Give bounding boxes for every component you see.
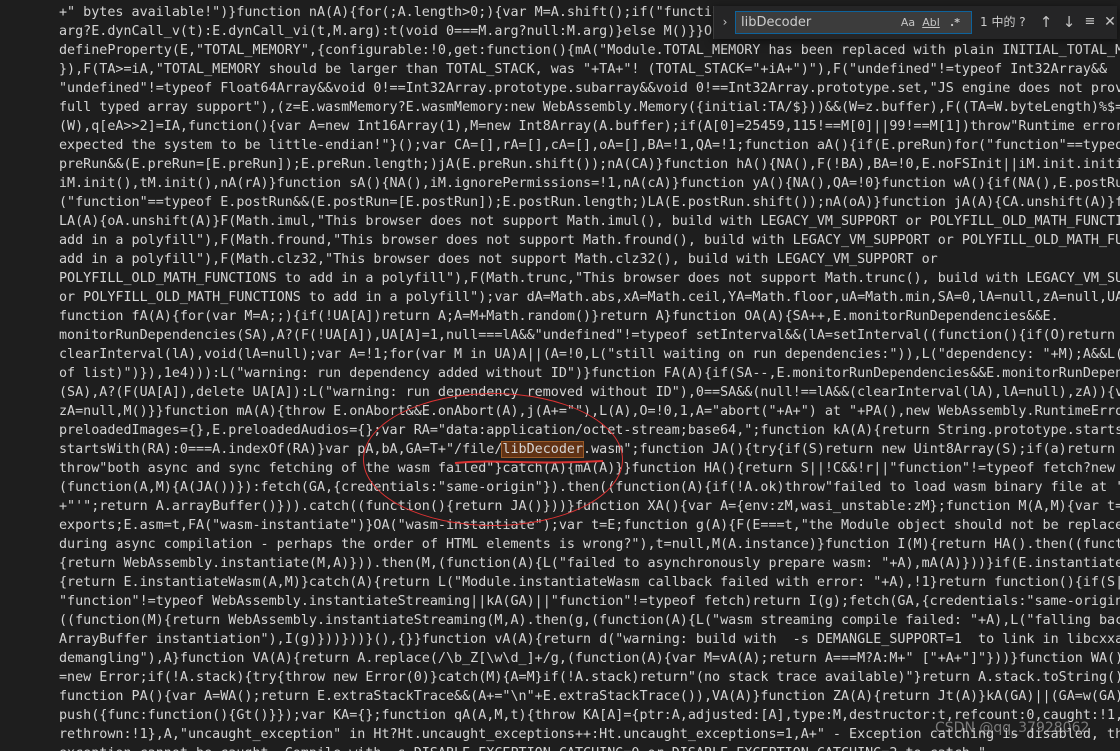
watermark: CSDN @qq_37928062 xyxy=(935,720,1090,736)
editor-gutter xyxy=(0,0,52,751)
find-widget: › Aa Abl .* 1 中的 ? ↑ ↓ ≡ ✕ xyxy=(713,6,1117,39)
code-line: "undefined"!=typeof Float64Array&&void 0… xyxy=(59,81,1120,96)
code-line: exception cannot be caught. Compile with… xyxy=(59,744,1120,751)
code-line: function fA(A){for(var M=A;;){if(!UA[A])… xyxy=(59,309,1059,324)
code-line: ((function(M){return WebAssembly.instant… xyxy=(59,613,1120,628)
code-line: {return WebAssembly.instantiate(M,A)})).… xyxy=(59,556,1120,571)
previous-match-icon[interactable]: ↑ xyxy=(1036,12,1056,32)
code-line: =new Error;if(!A.stack){try{throw new Er… xyxy=(59,670,1120,685)
code-line: throw"both async and sync fetching of th… xyxy=(59,461,1120,476)
code-line: preloadedImages={},E.preloadedAudios={};… xyxy=(59,423,1120,438)
code-line: function PA(){var A=WA();return E.extraS… xyxy=(59,689,1120,704)
code-editor[interactable]: +" bytes available!")}function nA(A){for… xyxy=(0,0,1120,751)
search-match-highlight: libDecoder xyxy=(501,441,585,458)
code-view[interactable]: +" bytes available!")}function nA(A){for… xyxy=(59,3,1120,751)
code-text: .wasm";function JA(){try{if(S)return new… xyxy=(583,442,1120,457)
code-line: defineProperty(E,"TOTAL_MEMORY",{configu… xyxy=(59,43,1120,58)
code-line: zA=null,M()}}function mA(A){throw E.onAb… xyxy=(59,404,1120,419)
code-line: full typed array support"),(z=E.wasmMemo… xyxy=(59,100,1120,115)
code-line: of list)")}),1e4))):L("warning: run depe… xyxy=(59,366,1120,381)
find-in-selection-icon[interactable]: ≡ xyxy=(1080,12,1100,32)
code-line: ("function"==typeof E.postRun&&(E.postRu… xyxy=(59,195,1120,210)
code-line: exports;E.asm=t,FA("wasm-instantiate")}O… xyxy=(59,518,1120,533)
match-count: 1 中的 ? xyxy=(980,15,1026,29)
code-line: preRun&&(E.preRun=[E.preRun]);E.preRun.l… xyxy=(59,157,1120,172)
code-line: add in a polyfill"),F(Math.fround,"This … xyxy=(59,233,1120,248)
match-case-button[interactable]: Aa xyxy=(899,15,917,31)
code-line: iM.init(),tM.init(),nA(rA)}function sA()… xyxy=(59,176,1120,191)
code-line: "function"!=typeof WebAssembly.instantia… xyxy=(59,594,1120,609)
code-line: monitorRunDependencies(SA),A?(F(!UA[A]),… xyxy=(59,328,1116,343)
code-line: during async compilation - perhaps the o… xyxy=(59,537,1120,552)
close-icon[interactable]: ✕ xyxy=(1100,12,1120,32)
code-line: LA(A){oA.unshift(A)}F(Math.imul,"This br… xyxy=(59,214,1120,229)
code-line: startsWith(RA):0===A.indexOf(RA)}var pA,… xyxy=(59,440,1120,459)
code-line: add in a polyfill"),F(Math.clz32,"This b… xyxy=(59,252,938,267)
code-line: (function(A,M){A(JA())}):fetch(GA,{crede… xyxy=(59,480,1120,495)
code-line: ArrayBuffer instantiation"),I(g)}))}))}(… xyxy=(59,632,1120,647)
regex-button[interactable]: .* xyxy=(946,15,964,31)
code-line: demangling"),A}function VA(A){return A.r… xyxy=(59,651,1120,666)
code-line: +"'";return A.arrayBuffer()})).catch((fu… xyxy=(59,499,1120,514)
find-input-box: Aa Abl .* xyxy=(735,11,972,34)
whole-word-button[interactable]: Abl xyxy=(922,15,940,31)
code-line: expected the system to be little-endian!… xyxy=(59,138,1120,153)
next-match-icon[interactable]: ↓ xyxy=(1059,12,1079,32)
code-line: POLYFILL_OLD_MATH_FUNCTIONS to add in a … xyxy=(59,271,1120,286)
find-input[interactable] xyxy=(736,12,901,33)
code-line: (W),q[eA>>2]=IA,function(){var A=new Int… xyxy=(59,119,1120,134)
code-line: or POLYFILL_OLD_MATH_FUNCTIONS to add in… xyxy=(59,290,1120,305)
code-line: clearInterval(lA),void(lA=null);var A=!1… xyxy=(59,347,1120,362)
toggle-replace-icon[interactable]: › xyxy=(718,15,732,29)
code-text: startsWith(RA):0===A.indexOf(RA)}var pA,… xyxy=(59,442,503,457)
code-line: {return E.instantiateWasm(A,M)}catch(A){… xyxy=(59,575,1120,590)
code-line: (SA),A?(F(UA[A]),delete UA[A]):L("warnin… xyxy=(59,385,1120,400)
code-line: }),F(TA>=iA,"TOTAL_MEMORY should be larg… xyxy=(59,62,1108,77)
